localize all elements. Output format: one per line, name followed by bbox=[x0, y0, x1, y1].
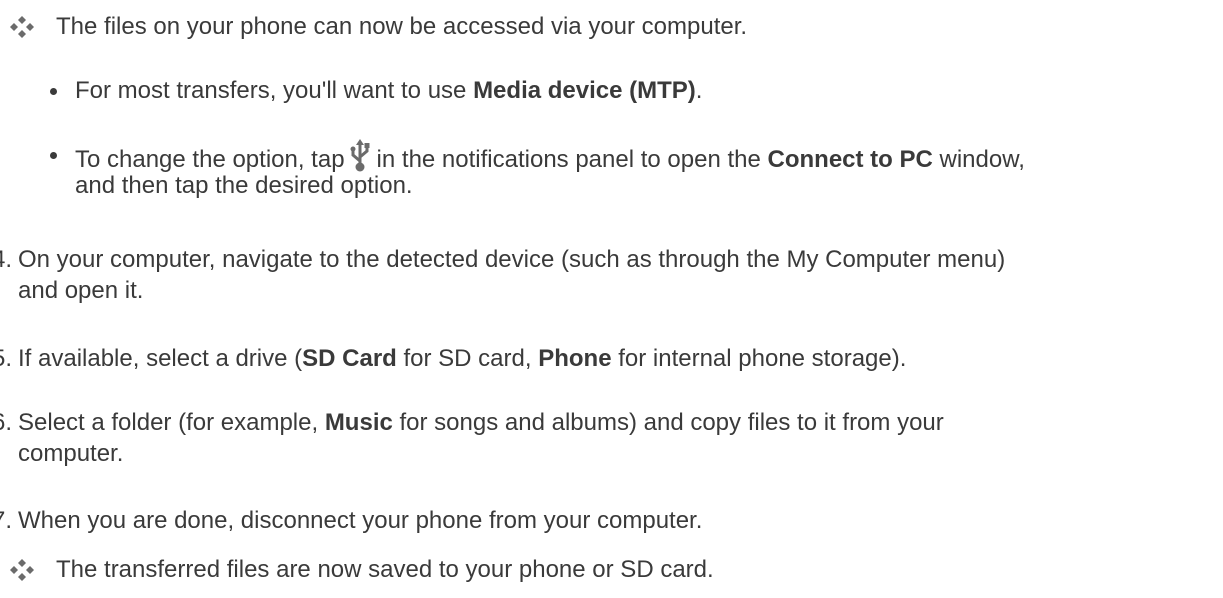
result-text: The files on your phone can now be acces… bbox=[56, 13, 748, 40]
diamond-bullet-icon bbox=[8, 558, 36, 582]
diamond-bullet-icon bbox=[8, 15, 36, 39]
bullet-dot bbox=[50, 152, 57, 159]
step-number: 4. bbox=[0, 246, 13, 273]
ui-term: Connect to PC bbox=[767, 146, 933, 173]
step-number: 6. bbox=[0, 409, 13, 436]
ui-term: SD Card bbox=[302, 345, 397, 372]
result-line: The transferred files are now saved to y… bbox=[8, 554, 714, 585]
result-text: The transferred files are now saved to y… bbox=[56, 556, 714, 583]
step-number: 5. bbox=[0, 345, 13, 372]
ui-term: Phone bbox=[538, 345, 612, 372]
bullet-dot bbox=[50, 88, 57, 95]
step-number: 7. bbox=[0, 507, 13, 534]
result-line: The files on your phone can now be acces… bbox=[8, 11, 747, 42]
ui-term: Media device (MTP) bbox=[473, 77, 696, 104]
ui-term: Music bbox=[324, 409, 393, 436]
